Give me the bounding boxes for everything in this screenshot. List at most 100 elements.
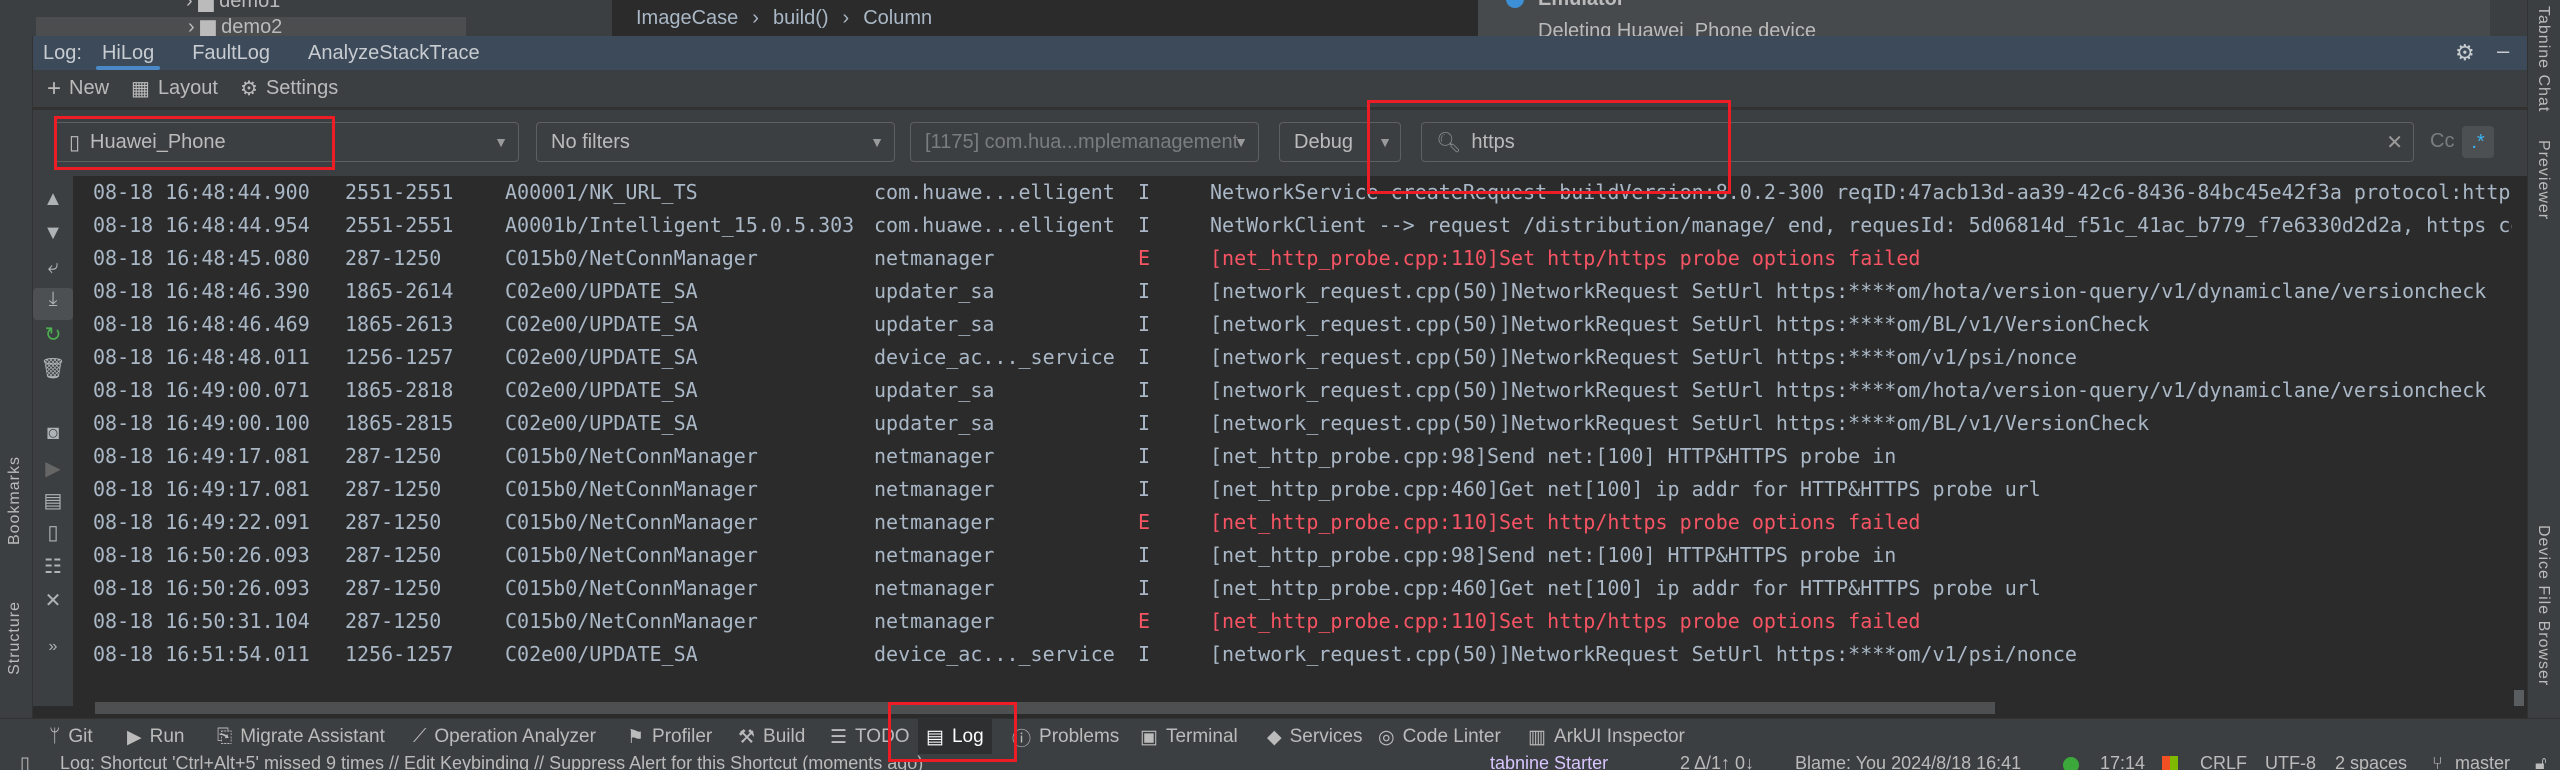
services-icon: ◆ (1267, 726, 1282, 748)
soft-wrap-icon[interactable]: ⤶ (33, 256, 73, 279)
restart-icon[interactable]: ↻ (33, 322, 73, 347)
device-file-browser-tab[interactable]: Device File Browser (2534, 525, 2552, 686)
log-row[interactable]: 08-18 16:50:26.093 287-1250 C015b0/NetConn… (73, 539, 2527, 572)
lock-icon[interactable]: 🔓︎ (2535, 754, 2547, 770)
tool-git[interactable]: ᛘ Git (49, 719, 93, 755)
tab-faultlog[interactable]: FaultLog (192, 36, 270, 70)
filter-settings-icon[interactable]: ☷ (33, 554, 73, 579)
log-row[interactable]: 08-18 16:49:17.081 287-1250 C015b0/NetConn… (73, 440, 2527, 473)
layout-icon: ▦ (131, 78, 150, 100)
process-select[interactable]: [1175] com.hua...mplemanagement ▼ (910, 122, 1259, 162)
log-row[interactable]: 08-18 16:48:46.469 1865-2613 C02e00/UPDATE… (73, 308, 2527, 341)
tool-todo[interactable]: ☰ TODO (830, 719, 910, 755)
log-row[interactable]: 08-18 16:48:44.954 2551-2551 A0001b/Intell… (73, 209, 2527, 242)
tool-services[interactable]: ◆ Services (1267, 719, 1362, 755)
filter-select[interactable]: No filters ▼ (536, 122, 895, 162)
tab-analyzestacktrace[interactable]: AnalyzeStackTrace (308, 36, 480, 70)
tool-run[interactable]: ▶ Run (127, 719, 184, 755)
linter-icon: ◎ (1378, 726, 1395, 748)
layout-button[interactable]: ▦ Layout (131, 76, 218, 101)
tool-terminal[interactable]: ▣ Terminal (1140, 719, 1238, 755)
log-tag: C02e00/UPDATE_SA (505, 378, 698, 402)
log-level: I (1138, 576, 1151, 600)
camera-icon[interactable]: ◙ (33, 422, 73, 445)
log-row[interactable]: 08-18 16:49:00.071 1865-2818 C02e00/UPDATE… (73, 374, 2527, 407)
log-row[interactable]: 08-18 16:51:54.011 1256-1257 C02e00/UPDATE… (73, 638, 2527, 671)
level-select[interactable]: Debug ▼ (1279, 122, 1401, 162)
blame-status[interactable]: Blame: You 2024/8/18 16:41 (1795, 754, 2021, 770)
log-row[interactable]: 08-18 16:49:17.081 287-1250 C015b0/NetConn… (73, 473, 2527, 506)
log-row[interactable]: 08-18 16:50:26.093 287-1250 C015b0/NetConn… (73, 572, 2527, 605)
structure-tab[interactable]: Structure (6, 601, 24, 675)
log-time: 08-18 16:49:00.071 (93, 378, 310, 402)
save-icon[interactable]: ▤ (33, 488, 73, 513)
tool-problems[interactable]: ⓘ Problems (1012, 719, 1119, 755)
status-message[interactable]: Log: Shortcut 'Ctrl+Alt+5' missed 9 time… (60, 754, 923, 770)
clear-icon[interactable]: ✕ (2386, 130, 2403, 155)
run-icon: ▶ (127, 726, 142, 748)
line-separator[interactable]: CRLF (2200, 754, 2247, 770)
log-tag: C02e00/UPDATE_SA (505, 279, 698, 303)
video-icon[interactable]: ▶ (33, 456, 73, 481)
tab-hilog[interactable]: HiLog (95, 36, 161, 70)
tabnine-status[interactable]: tabnine Starter (1490, 754, 1608, 770)
arrow-down-icon[interactable]: ▼ (33, 222, 73, 245)
match-case-toggle[interactable]: Cc (2430, 130, 2454, 153)
hammer-icon: ⚒ (738, 726, 756, 748)
tool-log[interactable]: ▤ Log (918, 719, 992, 755)
tool-profiler[interactable]: ⚑ Profiler (627, 719, 712, 755)
tool-migrate-assistant[interactable]: ⎘ Migrate Assistant (217, 719, 385, 755)
device-select[interactable]: ▯ Huawei_Phone ▼ (54, 122, 519, 162)
bookmarks-tab[interactable]: Bookmarks (6, 456, 24, 545)
horizontal-scrollbar-thumb[interactable] (95, 702, 1995, 714)
tool-code-linter[interactable]: ◎ Code Linter (1378, 719, 1501, 755)
scroll-to-end-icon[interactable]: ⤓ (33, 288, 73, 320)
log-row[interactable]: 08-18 16:48:48.011 1256-1257 C02e00/UPDATE… (73, 341, 2527, 374)
breadcrumb-item[interactable]: build() (773, 7, 829, 30)
gear-icon[interactable]: ⚙ (2455, 40, 2475, 66)
encoding[interactable]: UTF-8 (2265, 754, 2316, 770)
close-icon[interactable]: ✕ (33, 588, 73, 613)
regex-toggle[interactable]: .* (2462, 126, 2494, 158)
log-time: 08-18 16:50:26.093 (93, 543, 310, 567)
indent[interactable]: 2 spaces (2335, 754, 2407, 770)
chevron-down-icon: ▼ (1369, 134, 1392, 150)
search-input[interactable]: 🔍︎ https ✕ (1421, 122, 2414, 162)
new-button[interactable]: + New (47, 75, 109, 103)
tool-arkui-inspector[interactable]: ▥ ArkUI Inspector (1528, 719, 1685, 755)
breadcrumb-item[interactable]: Column (863, 7, 932, 30)
log-row[interactable]: 08-18 16:48:45.080 287-1250 C015b0/NetConn… (73, 242, 2527, 275)
log-row[interactable]: 08-18 16:49:00.100 1865-2815 C02e00/UPDATE… (73, 407, 2527, 440)
info-icon (1506, 0, 1524, 8)
log-row[interactable]: 08-18 16:48:46.390 1865-2614 C02e00/UPDATE… (73, 275, 2527, 308)
tree-item[interactable]: › ▆ demo1 (186, 0, 280, 13)
branch[interactable]: master (2455, 754, 2510, 770)
log-package: netmanager (874, 543, 995, 567)
trash-icon[interactable]: 🗑︎ (33, 356, 73, 381)
log-pid: 1865-2818 (345, 378, 454, 402)
vertical-scrollbar[interactable] (2512, 176, 2527, 706)
phone-icon[interactable]: ▯ (33, 520, 73, 545)
log-level: I (1138, 477, 1151, 501)
problems-icon: ⓘ (1012, 728, 1032, 750)
vertical-scrollbar-thumb[interactable] (2514, 690, 2524, 706)
breadcrumb-item[interactable]: ImageCase (636, 7, 738, 30)
tabnine-chat-tab[interactable]: Tabnine Chat (2534, 6, 2552, 112)
more-icon[interactable]: » (33, 638, 73, 656)
log-pid: 2551-2551 (345, 213, 454, 237)
cursor-position[interactable]: 17:14 (2100, 754, 2145, 770)
log-time: 08-18 16:49:17.081 (93, 477, 310, 501)
tool-operation-analyzer[interactable]: ⟋ Operation Analyzer (413, 719, 596, 755)
previewer-tab[interactable]: Previewer (2534, 140, 2552, 220)
minimize-icon[interactable]: – (2497, 38, 2509, 64)
tree-item-selected[interactable]: › ▆ demo2 (36, 16, 466, 38)
log-row[interactable]: 08-18 16:49:22.091 287-1250 C015b0/NetConn… (73, 506, 2527, 539)
settings-button[interactable]: ⚙ Settings (240, 76, 338, 101)
log-pid: 2551-2551 (345, 180, 454, 204)
log-row[interactable]: 08-18 16:50:31.104 287-1250 C015b0/NetConn… (73, 605, 2527, 638)
log-row[interactable]: 08-18 16:48:44.900 2551-2551 A00001/NK_URL… (73, 176, 2527, 209)
tool-build[interactable]: ⚒ Build (738, 719, 805, 755)
arrow-up-icon[interactable]: ▲ (33, 188, 73, 211)
vcs-status[interactable]: 2 Δ/1↑ 0↓ (1680, 754, 1754, 770)
log-pid: 1865-2613 (345, 312, 454, 336)
